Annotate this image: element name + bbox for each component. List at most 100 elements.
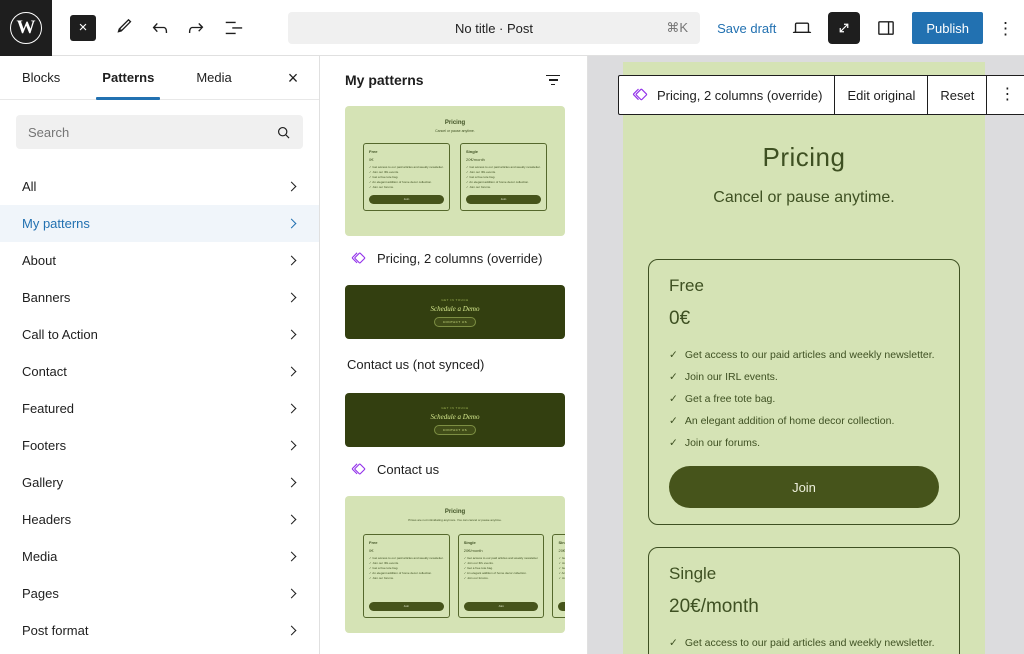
mini-join-button: Join <box>369 195 444 204</box>
mini-pricing-title: Pricing <box>345 120 565 126</box>
mini-pricing-subtitle: Cancel or pause anytime. <box>345 129 565 133</box>
chevron-right-icon <box>287 515 297 525</box>
plan-card-free[interactable]: Free 0€ Get access to our paid articles … <box>648 259 960 525</box>
pattern-category-item[interactable]: Featured <box>0 390 319 427</box>
undo-icon <box>149 17 171 39</box>
chevron-right-icon <box>287 589 297 599</box>
document-overview-button[interactable] <box>222 16 246 40</box>
plan-feature: Join our IRL events. <box>669 366 939 388</box>
plan-feature: Get a free tote bag. <box>669 388 939 410</box>
my-patterns-panel: My patterns Pricing Cancel or pause anyt… <box>320 56 588 654</box>
mini-plan-card: Single 20€/month Get access to our paid … <box>460 143 547 211</box>
wordpress-block-editor: W × No title · Post ⌘K S <box>0 0 1024 654</box>
pattern-category-item[interactable]: All <box>0 168 319 205</box>
zoomed-out-canvas[interactable]: Pricing Cancel or pause anytime. Free 0€… <box>623 62 985 654</box>
settings-sidebar-toggle-button[interactable] <box>874 16 898 40</box>
pattern-category-item[interactable]: Pages <box>0 575 319 612</box>
category-label: Banners <box>22 290 70 305</box>
pattern-category-item[interactable]: About <box>0 242 319 279</box>
reset-button[interactable]: Reset <box>928 76 987 114</box>
chevron-right-icon <box>287 552 297 562</box>
chevron-right-icon <box>287 626 297 636</box>
plan-features: Get access to our paid articles and week… <box>669 344 939 454</box>
options-menu-button[interactable]: ⋮ <box>997 20 1014 37</box>
pattern-item-label[interactable]: Contact us (not synced) <box>347 351 564 377</box>
pencil-icon <box>113 17 135 39</box>
mini-join-button: Join <box>369 602 444 611</box>
pattern-item-label[interactable]: Pricing, 2 columns (override) <box>350 245 564 271</box>
chevron-right-icon <box>287 182 297 192</box>
inserter-tab[interactable]: Patterns <box>96 56 160 99</box>
plan-feature: Get access to our paid articles and week… <box>669 632 939 654</box>
synced-pattern-icon <box>631 86 649 104</box>
category-label: Pages <box>22 586 59 601</box>
tools-pencil-button[interactable] <box>112 16 136 40</box>
pattern-category-item[interactable]: My patterns <box>0 205 319 242</box>
pattern-category-item[interactable]: Contact <box>0 353 319 390</box>
pattern-category-item[interactable]: Post format <box>0 612 319 649</box>
pattern-category-item[interactable]: Footers <box>0 427 319 464</box>
pattern-preview-contact-synced[interactable]: Get in touch Schedule a Demo Contact us <box>345 393 565 447</box>
pattern-preview-contact-not-synced[interactable]: Get in touch Schedule a Demo Contact us <box>345 285 565 339</box>
pricing-heading[interactable]: Pricing <box>623 142 985 173</box>
publish-button[interactable]: Publish <box>912 12 983 44</box>
wordpress-logo[interactable]: W <box>0 0 52 56</box>
zoom-out-toggle-button[interactable] <box>828 12 860 44</box>
banner-caption: Get in touch <box>441 298 468 302</box>
block-toolbar-pattern-label: Pricing, 2 columns (override) <box>657 88 822 103</box>
inserter-tab[interactable]: Blocks <box>16 56 66 99</box>
sidebar-panel-icon <box>875 17 897 39</box>
editor-canvas-area: Pricing Cancel or pause anytime. Free 0€… <box>588 56 1024 654</box>
toggle-block-inserter-button[interactable]: × <box>70 15 96 41</box>
block-options-button[interactable]: ⋮ <box>987 76 1024 114</box>
inserter-tab[interactable]: Media <box>190 56 237 99</box>
search-icon <box>274 123 293 142</box>
join-button[interactable]: Join <box>669 466 939 508</box>
command-shortcut: ⌘K <box>666 20 688 36</box>
banner-button: Contact us <box>434 317 476 327</box>
block-toolbar: Pricing, 2 columns (override) Edit origi… <box>618 75 1024 115</box>
search-input[interactable] <box>28 125 274 140</box>
chevron-right-icon <box>287 478 297 488</box>
pattern-preview-pricing-override[interactable]: Pricing Cancel or pause anytime. Free 0€… <box>345 106 565 236</box>
wordpress-logo-letter: W <box>10 12 42 44</box>
chevron-right-icon <box>287 256 297 266</box>
redo-icon <box>185 17 207 39</box>
pattern-category-item[interactable]: Media <box>0 538 319 575</box>
undo-button[interactable] <box>148 16 172 40</box>
mini-pricing-subtitle: Prices are not intimidating anymore. You… <box>345 518 565 522</box>
plan-feature: Join our forums. <box>669 432 939 454</box>
pattern-item-label[interactable]: Contact us <box>350 456 564 482</box>
plan-feature: An elegant addition of home decor collec… <box>669 410 939 432</box>
mini-join-button: Join <box>464 602 539 611</box>
command-center-bar[interactable]: No title · Post ⌘K <box>288 12 700 44</box>
pattern-category-item[interactable]: Gallery <box>0 464 319 501</box>
pattern-category-item[interactable]: Headers <box>0 501 319 538</box>
banner-title: Schedule a Demo <box>431 305 480 313</box>
category-label: Footers <box>22 438 66 453</box>
chevron-right-icon <box>287 441 297 451</box>
preview-button[interactable] <box>790 16 814 40</box>
redo-button[interactable] <box>184 16 208 40</box>
filter-patterns-button[interactable] <box>541 68 565 92</box>
chevron-right-icon <box>287 293 297 303</box>
block-toolbar-pattern-segment[interactable]: Pricing, 2 columns (override) <box>619 76 835 114</box>
plan-name: Single <box>669 564 939 584</box>
save-draft-button[interactable]: Save draft <box>717 21 776 36</box>
mini-plan-card: Single 20€/month Get access to our paid … <box>552 534 565 618</box>
close-inserter-button[interactable]: × <box>281 66 305 90</box>
plan-card-single[interactable]: Single 20€/month Get access to our paid … <box>648 547 960 654</box>
mini-pricing-title: Pricing <box>345 509 565 515</box>
pattern-item-label[interactable]: Pricing two columns (Copy) <box>350 649 564 654</box>
pattern-category-item[interactable]: Banners <box>0 279 319 316</box>
pattern-preview-pricing-copy[interactable]: Pricing Prices are not intimidating anym… <box>345 496 565 633</box>
pricing-subtitle[interactable]: Cancel or pause anytime. <box>623 189 985 207</box>
plan-name: Free <box>669 276 939 296</box>
chevron-right-icon <box>287 219 297 229</box>
pattern-category-item[interactable]: Call to Action <box>0 316 319 353</box>
synced-pattern-icon <box>350 250 367 267</box>
edit-original-button[interactable]: Edit original <box>835 76 928 114</box>
plan-price: 20€/month <box>669 596 939 618</box>
mini-plan-card: Free 0€ Get access to our paid articles … <box>363 143 450 211</box>
category-label: Contact <box>22 364 67 379</box>
